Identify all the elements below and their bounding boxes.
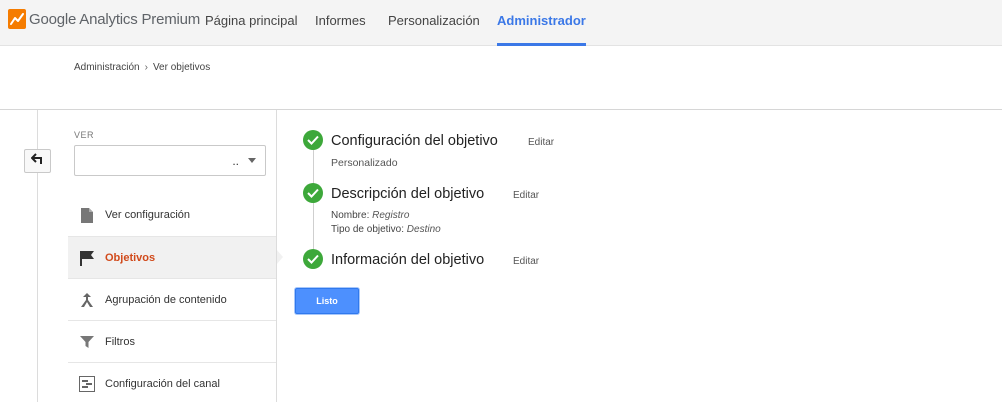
channel-settings-icon: [78, 375, 96, 393]
breadcrumb-separator: ›: [144, 62, 148, 73]
menu-item-goals[interactable]: Objetivos: [68, 236, 276, 278]
active-menu-pointer: [276, 249, 283, 265]
goal-name-line: Nombre: Registro: [331, 210, 409, 221]
menu-item-label: Agrupación de contenido: [105, 293, 227, 306]
step-subtitle: Personalizado: [331, 157, 398, 169]
menu-item-view-settings[interactable]: Ver configuración: [68, 194, 276, 236]
edit-description-link[interactable]: Editar: [513, 190, 539, 201]
check-icon: [303, 130, 323, 150]
done-button[interactable]: Listo: [295, 288, 359, 314]
breadcrumb-admin[interactable]: Administración: [74, 62, 140, 73]
edit-information-link[interactable]: Editar: [513, 256, 539, 267]
goal-name-value: Registro: [372, 210, 410, 221]
menu-item-channel-settings[interactable]: Configuración del canal: [68, 362, 276, 402]
panel-divider: [276, 110, 277, 402]
header-divider: [0, 109, 1002, 110]
step-title-description: Descripción del objetivo: [331, 186, 485, 202]
menu-item-label: Filtros: [105, 335, 135, 348]
nav-reports[interactable]: Informes: [315, 0, 366, 46]
back-arrow-icon: [30, 152, 45, 170]
goal-type-line: Tipo de objetivo: Destino: [331, 224, 441, 235]
menu-item-filters[interactable]: Filtros: [68, 320, 276, 362]
goal-type-label: Tipo de objetivo:: [331, 224, 405, 235]
top-bar: Google Analytics Premium Página principa…: [0, 0, 1002, 46]
logo-text: Google Analytics Premium: [29, 10, 201, 28]
breadcrumb: Administración › Ver objetivos: [74, 62, 210, 73]
step-title-information: Información del objetivo: [331, 252, 485, 268]
view-select-value: ..: [232, 154, 239, 168]
breadcrumb-goals: Ver objetivos: [152, 62, 211, 73]
goal-type-value: Destino: [406, 224, 441, 235]
steps-connector: [313, 150, 314, 262]
nav-customization[interactable]: Personalización: [388, 0, 480, 46]
menu-item-label: Configuración del canal: [105, 377, 220, 390]
chevron-down-icon: [248, 158, 256, 163]
menu-item-content-grouping[interactable]: Agrupación de contenido: [68, 278, 276, 320]
merge-arrows-icon: [78, 291, 96, 309]
goal-name-label: Nombre:: [331, 210, 370, 221]
view-label: VER: [74, 130, 95, 140]
analytics-logo-icon: [8, 9, 26, 29]
flag-icon: [78, 249, 96, 267]
step-title-configuration: Configuración del objetivo: [331, 133, 498, 149]
analytics-logo[interactable]: Google Analytics Premium: [8, 9, 200, 29]
check-icon: [303, 183, 323, 203]
check-icon: [303, 249, 323, 269]
edit-configuration-link[interactable]: Editar: [528, 137, 554, 148]
document-icon: [78, 206, 96, 224]
back-button[interactable]: [24, 149, 51, 173]
filter-icon: [78, 333, 96, 351]
menu-item-label: Objetivos: [105, 251, 156, 264]
nav-home[interactable]: Página principal: [205, 0, 298, 46]
menu-item-label: Ver configuración: [105, 209, 190, 221]
nav-admin[interactable]: Administrador: [497, 0, 586, 46]
view-select[interactable]: ..: [74, 145, 266, 176]
